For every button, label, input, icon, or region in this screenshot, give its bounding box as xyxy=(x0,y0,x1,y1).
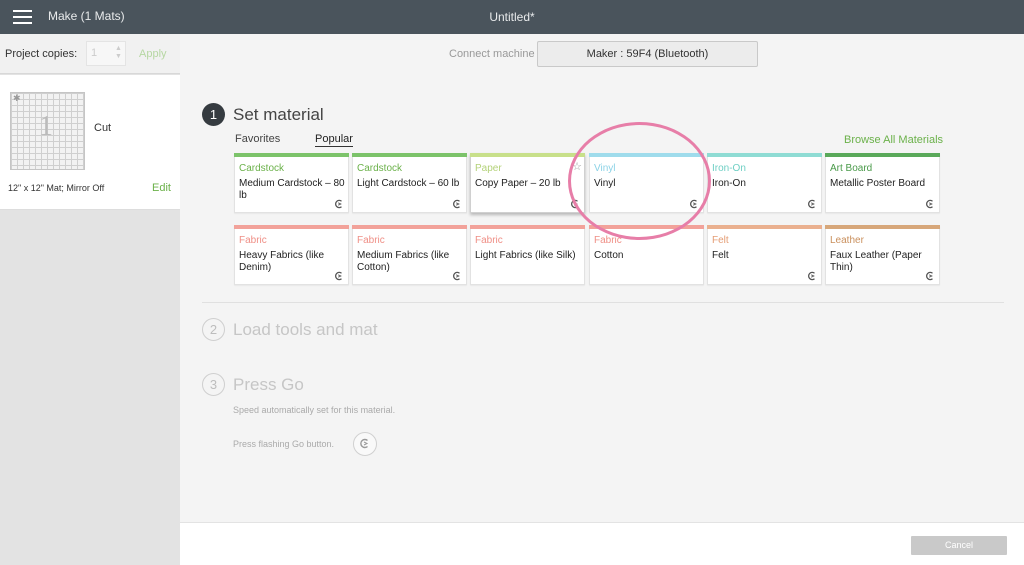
cricut-c-icon xyxy=(335,199,342,209)
material-name: Metallic Poster Board xyxy=(830,178,926,189)
bottom-bar: Cancel xyxy=(180,522,1024,565)
top-bar: Make (1 Mats) Untitled* xyxy=(0,0,1024,34)
step-3-title: Press Go xyxy=(233,375,304,394)
mat-mode-label: Cut xyxy=(94,122,112,134)
material-tile[interactable]: Art Board Metallic Poster Board xyxy=(825,153,940,213)
left-panel: Project copies: 1 ▲ ▼ Apply ✱ 1 Cut 12" x… xyxy=(0,34,180,565)
material-category: Fabric xyxy=(475,235,503,246)
step-2-title: Load tools and mat xyxy=(233,320,378,339)
material-category: Vinyl xyxy=(594,163,616,174)
step-3-number: 3 xyxy=(202,373,225,396)
cricut-c-icon xyxy=(808,199,815,209)
browse-all-materials-link[interactable]: Browse All Materials xyxy=(844,134,943,146)
material-color-stripe xyxy=(589,153,704,157)
project-copies-row: Project copies: 1 ▲ ▼ Apply xyxy=(0,34,180,74)
material-color-stripe xyxy=(470,153,585,157)
material-tile[interactable]: Fabric Cotton xyxy=(589,225,704,285)
material-name: Heavy Fabrics (like Denim) xyxy=(239,250,325,273)
material-color-stripe xyxy=(707,225,822,229)
material-color-stripe xyxy=(707,153,822,157)
tab-popular[interactable]: Popular xyxy=(315,133,353,147)
section-divider xyxy=(202,302,1004,303)
main-content: Connect machine Maker : 59F4 (Bluetooth)… xyxy=(180,34,1024,522)
material-color-stripe xyxy=(234,225,349,229)
material-category: Fabric xyxy=(594,235,622,246)
cricut-c-icon xyxy=(335,271,342,281)
material-name: Medium Cardstock – 80 lb xyxy=(239,178,345,201)
step-1-number: 1 xyxy=(202,103,225,126)
project-copies-label: Project copies: xyxy=(5,48,78,60)
go-note: Press flashing Go button. xyxy=(233,439,335,449)
material-name: Light Cardstock – 60 lb xyxy=(357,178,460,189)
material-name: Cotton xyxy=(594,250,624,261)
step-2-number: 2 xyxy=(202,318,225,341)
mat-edit-link[interactable]: Edit xyxy=(152,182,171,194)
go-button-icon[interactable] xyxy=(353,432,377,456)
cricut-c-icon xyxy=(926,199,933,209)
cricut-c-icon xyxy=(690,199,697,209)
material-tile[interactable]: Fabric Heavy Fabrics (like Denim) xyxy=(234,225,349,285)
material-category: Cardstock xyxy=(357,163,403,174)
connect-machine-label: Connect machine xyxy=(449,48,535,60)
material-name: Medium Fabrics (like Cotton) xyxy=(357,250,450,273)
material-category: Fabric xyxy=(239,235,267,246)
material-tile[interactable]: Iron-On Iron-On xyxy=(707,153,822,213)
material-color-stripe xyxy=(352,153,467,157)
cricut-c-icon xyxy=(808,271,815,281)
material-color-stripe xyxy=(352,225,467,229)
material-category: Cardstock xyxy=(239,163,285,174)
tab-favorites[interactable]: Favorites xyxy=(235,133,280,145)
cricut-c-icon xyxy=(453,199,460,209)
material-color-stripe xyxy=(825,153,940,157)
material-tile[interactable]: Cardstock Medium Cardstock – 80 lb xyxy=(234,153,349,213)
document-title: Untitled* xyxy=(489,10,535,24)
material-tile[interactable]: Fabric Light Fabrics (like Silk) xyxy=(470,225,585,285)
star-icon[interactable]: ☆ xyxy=(572,160,582,173)
material-category: Leather xyxy=(830,235,864,246)
step-1-title: Set material xyxy=(233,105,324,124)
material-tile[interactable]: Paper Copy Paper – 20 lb ☆ xyxy=(470,153,585,213)
material-category: Felt xyxy=(712,235,729,246)
cricut-c-icon xyxy=(926,271,933,281)
material-category: Art Board xyxy=(830,163,873,174)
material-tile[interactable]: Vinyl Vinyl xyxy=(589,153,704,213)
material-name: Felt xyxy=(712,250,729,261)
machine-select-button[interactable]: Maker : 59F4 (Bluetooth) xyxy=(537,41,758,67)
mat-number: 1 xyxy=(39,111,53,142)
material-category: Iron-On xyxy=(712,163,746,174)
mat-corner-icon: ✱ xyxy=(13,93,21,103)
material-tile[interactable]: Leather Faux Leather (Paper Thin) xyxy=(825,225,940,285)
material-tile[interactable]: Felt Felt xyxy=(707,225,822,285)
material-name: Copy Paper – 20 lb xyxy=(475,178,561,189)
material-category: Paper xyxy=(475,163,502,174)
material-name: Light Fabrics (like Silk) xyxy=(475,250,576,261)
material-color-stripe xyxy=(825,225,940,229)
material-color-stripe xyxy=(589,225,704,229)
apply-button[interactable]: Apply xyxy=(139,48,167,60)
material-category: Fabric xyxy=(357,235,385,246)
material-tile[interactable]: Fabric Medium Fabrics (like Cotton) xyxy=(352,225,467,285)
material-tile[interactable]: Cardstock Light Cardstock – 60 lb xyxy=(352,153,467,213)
hamburger-menu-icon[interactable] xyxy=(13,10,32,24)
cricut-c-icon xyxy=(571,199,578,209)
material-name: Vinyl xyxy=(594,178,616,189)
speed-note: Speed automatically set for this materia… xyxy=(233,405,396,415)
mat-info-label: 12" x 12" Mat; Mirror Off xyxy=(8,183,105,193)
material-color-stripe xyxy=(470,225,585,229)
project-copies-value: 1 xyxy=(91,47,98,59)
cancel-button[interactable]: Cancel xyxy=(911,536,1007,555)
quantity-stepper[interactable]: ▲ ▼ xyxy=(114,45,123,61)
material-name: Faux Leather (Paper Thin) xyxy=(830,250,922,273)
material-color-stripe xyxy=(234,153,349,157)
cricut-c-icon xyxy=(453,271,460,281)
app-title: Make (1 Mats) xyxy=(48,9,125,23)
mat-thumbnail[interactable]: ✱ 1 xyxy=(10,92,85,170)
project-copies-input[interactable]: 1 ▲ ▼ xyxy=(86,41,126,66)
material-name: Iron-On xyxy=(712,178,746,189)
